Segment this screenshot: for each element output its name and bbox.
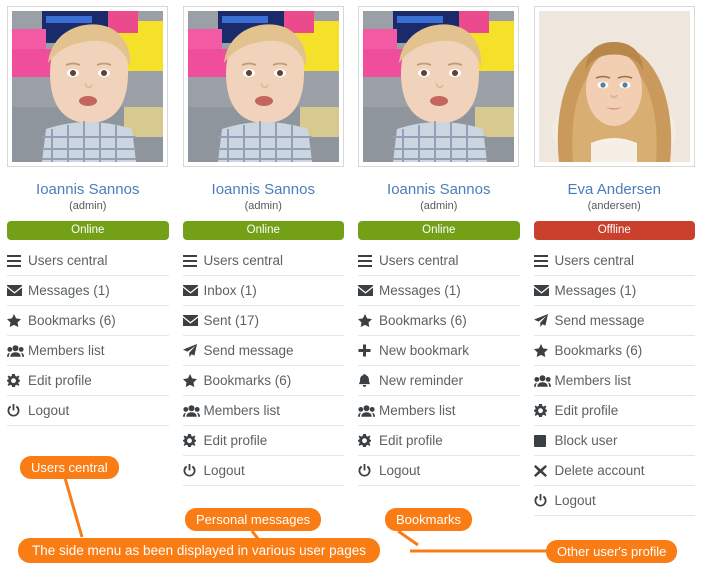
callout-bookmarks: Bookmarks [385, 508, 473, 531]
callout-caption: The side menu as been displayed in vario… [18, 538, 380, 563]
callout-users-central: Users central [20, 456, 119, 479]
page-root: Ioannis Sannos (admin) Online Users central… [0, 0, 702, 575]
callout-other-user-profile: Other user's profile [546, 540, 678, 563]
callout-personal-messages: Personal messages [185, 508, 322, 531]
callout-connectors [63, 477, 548, 553]
